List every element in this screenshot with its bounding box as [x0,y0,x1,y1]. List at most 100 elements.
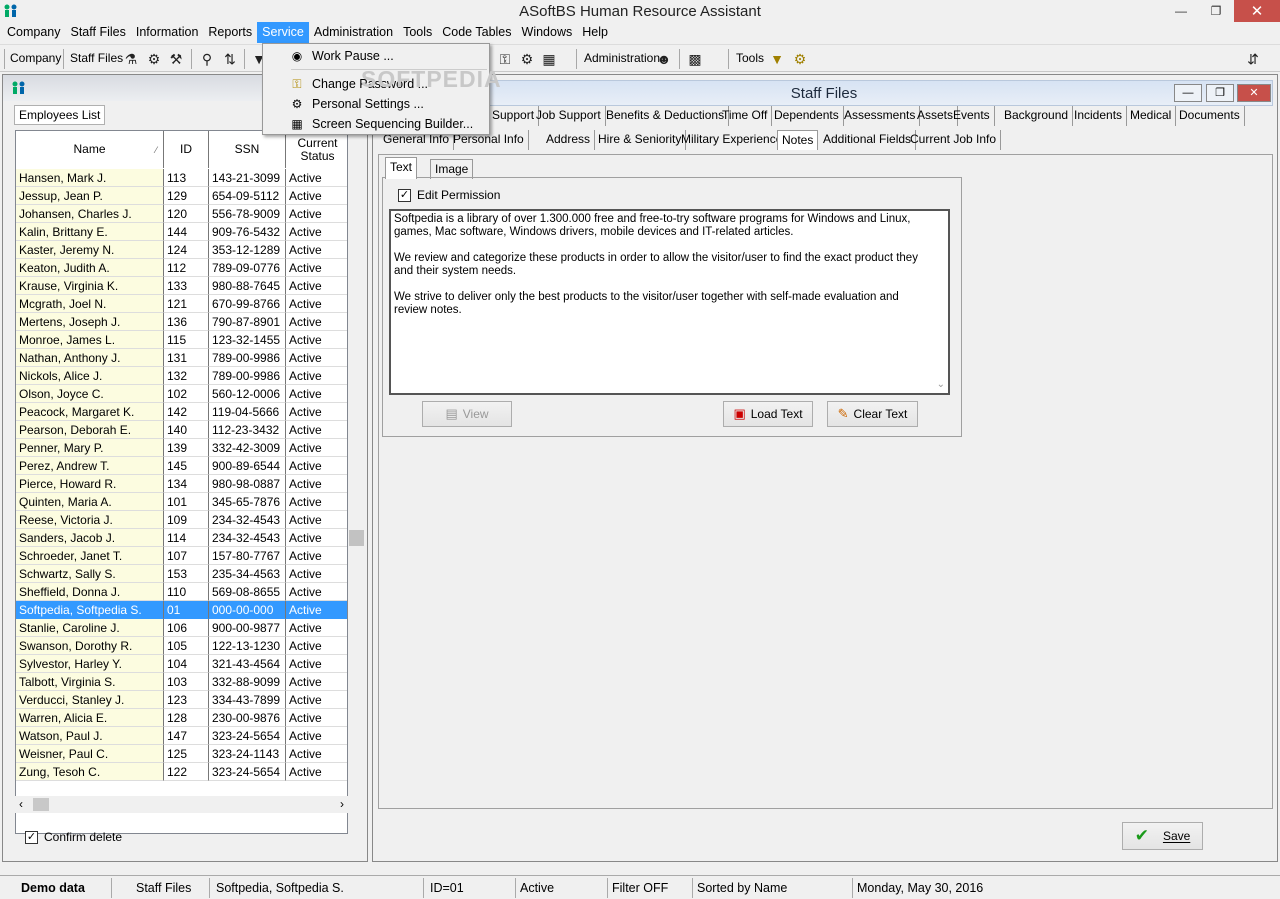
tab-time-off[interactable]: Time Off [718,106,773,126]
menu-tools[interactable]: Tools [398,22,437,43]
table-row[interactable]: Hansen, Mark J. 113 143-21-3099 Active [16,169,347,187]
view-button[interactable]: ▤ View [422,401,512,427]
table-row[interactable]: Krause, Virginia K. 133 980-88-7645 Active [16,277,347,295]
table-row[interactable]: Reese, Victoria J. 109 234-32-4543 Active [16,511,347,529]
scroll-left-icon[interactable]: ‹ [19,797,23,811]
add-staff-icon[interactable]: ⚗ [122,50,140,68]
table-row[interactable]: Softpedia, Softpedia S. 01 000-00-000 Activ… [16,601,347,619]
table-row[interactable]: Jessup, Jean P. 129 654-09-5112 Active [16,187,347,205]
tab-military-experience[interactable]: Military Experience [677,130,788,150]
table-row[interactable]: Weisner, Paul C. 125 323-24-1143 Active [16,745,347,763]
table-row[interactable]: Watson, Paul J. 147 323-24-5654 Active [16,727,347,745]
column-header-name[interactable]: Name ⁄ [16,131,164,168]
tab-benefits-deductions[interactable]: Benefits & Deductions [602,106,730,126]
sequence-icon[interactable]: ▦ [540,50,558,68]
delete-staff-icon[interactable]: ⚙ [145,50,163,68]
menu-staff-files[interactable]: Staff Files [66,22,131,43]
notes-textarea[interactable]: Softpedia is a library of over 1.300.000… [389,209,950,395]
tab-address[interactable]: Address [542,130,596,150]
table-row[interactable]: Quinten, Maria A. 101 345-65-7876 Active [16,493,347,511]
child-restore-button[interactable]: ❐ [1206,84,1234,102]
table-row[interactable]: Swanson, Dorothy R. 105 122-13-1230 Active [16,637,347,655]
minimize-button[interactable]: — [1166,0,1196,22]
tab-current-job-info[interactable]: Current Job Info [906,130,1002,150]
database-icon[interactable]: ▩ [686,50,704,68]
sync-icon[interactable]: ⇵ [1244,50,1262,68]
column-header-ssn[interactable]: SSN [209,131,286,168]
table-row[interactable]: Johansen, Charles J. 120 556-78-9009 Active [16,205,347,223]
tab-documents[interactable]: Documents [1175,106,1245,126]
table-row[interactable]: Stanlie, Caroline J. 106 900-00-9877 Active [16,619,347,637]
column-header-current-status[interactable]: Current Status [286,131,347,168]
toolbar-staff-files-button[interactable]: Staff Files [70,51,123,65]
close-button[interactable]: ✕ [1234,0,1280,22]
menu-item-personal-settings[interactable]: ⚙ Personal Settings ... [263,94,489,114]
horizontal-scrollbar[interactable]: ‹ › [15,796,348,813]
tab-dependents[interactable]: Dependents [770,106,844,126]
horizontal-scroll-thumb[interactable] [33,798,49,811]
menu-item-screen-sequencing-builder[interactable]: ▦ Screen Sequencing Builder... [263,114,489,134]
tab-events[interactable]: Events [949,106,995,126]
table-row[interactable]: Nickols, Alice J. 132 789-00-9986 Active [16,367,347,385]
table-row[interactable]: Penner, Mary P. 139 332-42-3009 Active [16,439,347,457]
save-button[interactable]: ✔ Save [1122,822,1203,850]
table-row[interactable]: Zung, Tesoh C. 122 323-24-5654 Active [16,763,347,781]
load-text-button[interactable]: ▣ Load Text [723,401,813,427]
column-header-id[interactable]: ID [164,131,209,168]
menu-reports[interactable]: Reports [203,22,257,43]
tools-config-icon[interactable]: ⚙ [791,50,809,68]
vertical-scrollbar[interactable] [348,204,365,854]
table-row[interactable]: Kalin, Brittany E. 144 909-76-5432 Active [16,223,347,241]
table-row[interactable]: Warren, Alicia E. 128 230-00-9876 Active [16,709,347,727]
child-close-button[interactable]: ✕ [1237,84,1271,102]
table-row[interactable]: Sylvestor, Harley Y. 104 321-43-4564 Active [16,655,347,673]
table-row[interactable]: Pearson, Deborah E. 140 112-23-3432 Active [16,421,347,439]
menu-help[interactable]: Help [577,22,613,43]
table-row[interactable]: Schroeder, Janet T. 107 157-80-7767 Active [16,547,347,565]
menu-service[interactable]: Service [257,22,309,43]
table-row[interactable]: Olson, Joyce C. 102 560-12-0006 Active [16,385,347,403]
tab-incidents[interactable]: Incidents [1070,106,1128,126]
menu-information[interactable]: Information [131,22,204,43]
table-row[interactable]: Keaton, Judith A. 112 789-09-0776 Active [16,259,347,277]
table-row[interactable]: Sanders, Jacob J. 114 234-32-4543 Active [16,529,347,547]
table-row[interactable]: Kaster, Jeremy N. 124 353-12-1289 Active [16,241,347,259]
users-admin-icon[interactable]: ☻ [655,50,673,68]
table-row[interactable]: Mertens, Joseph J. 136 790-87-8901 Active [16,313,347,331]
menu-code-tables[interactable]: Code Tables [437,22,516,43]
menu-item-work-pause[interactable]: ◉ Work Pause ... [263,46,489,66]
tab-job-support[interactable]: Job Support [532,106,606,126]
scroll-down-icon[interactable]: ⌄ [937,378,945,391]
menu-administration[interactable]: Administration [309,22,398,43]
table-row[interactable]: Peacock, Margaret K. 142 119-04-5666 Active [16,403,347,421]
subtab-image[interactable]: Image [430,159,474,179]
table-row[interactable]: Verducci, Stanley J. 123 334-43-7899 Active [16,691,347,709]
checkbox-box[interactable]: ✓ [25,830,38,844]
table-row[interactable]: Pierce, Howard R. 134 980-98-0887 Active [16,475,347,493]
tab-assessments[interactable]: Assessments [840,106,921,126]
clear-text-button[interactable]: ✎ Clear Text [827,401,918,427]
tab-medical[interactable]: Medical [1126,106,1177,126]
toolbar-administration-button[interactable]: Administration [584,51,660,65]
table-row[interactable]: Schwartz, Sally S. 153 235-34-4563 Active [16,565,347,583]
tab-employees-list[interactable]: Employees List [14,105,106,125]
confirm-delete-checkbox[interactable]: ✓ Confirm delete [25,830,122,844]
edit-staff-icon[interactable]: ⚒ [167,50,185,68]
table-row[interactable]: Talbott, Virginia S. 103 332-88-9099 Active [16,673,347,691]
menu-windows[interactable]: Windows [517,22,578,43]
restore-button[interactable]: ❐ [1200,0,1232,22]
menu-company[interactable]: Company [2,22,66,43]
table-row[interactable]: Perez, Andrew T. 145 900-89-6544 Active [16,457,347,475]
vertical-scroll-thumb[interactable] [349,530,364,546]
settings-icon[interactable]: ⚙ [518,50,536,68]
child-minimize-button[interactable]: — [1174,84,1202,102]
toolbar-company-button[interactable]: Company [10,51,61,65]
edit-permission-checkbox[interactable]: ✓ Edit Permission [398,188,500,202]
table-row[interactable]: Sheffield, Donna J. 110 569-08-8655 Active [16,583,347,601]
tab-additional-fields[interactable]: Additional Fields [819,130,917,150]
checkbox-box[interactable]: ✓ [398,188,411,202]
filter-tool-icon[interactable]: ▼ [768,50,786,68]
search-icon[interactable]: ⚲ [198,50,216,68]
table-row[interactable]: Nathan, Anthony J. 131 789-00-9986 Active [16,349,347,367]
tab-hire-seniority[interactable]: Hire & Seniority [594,130,687,150]
